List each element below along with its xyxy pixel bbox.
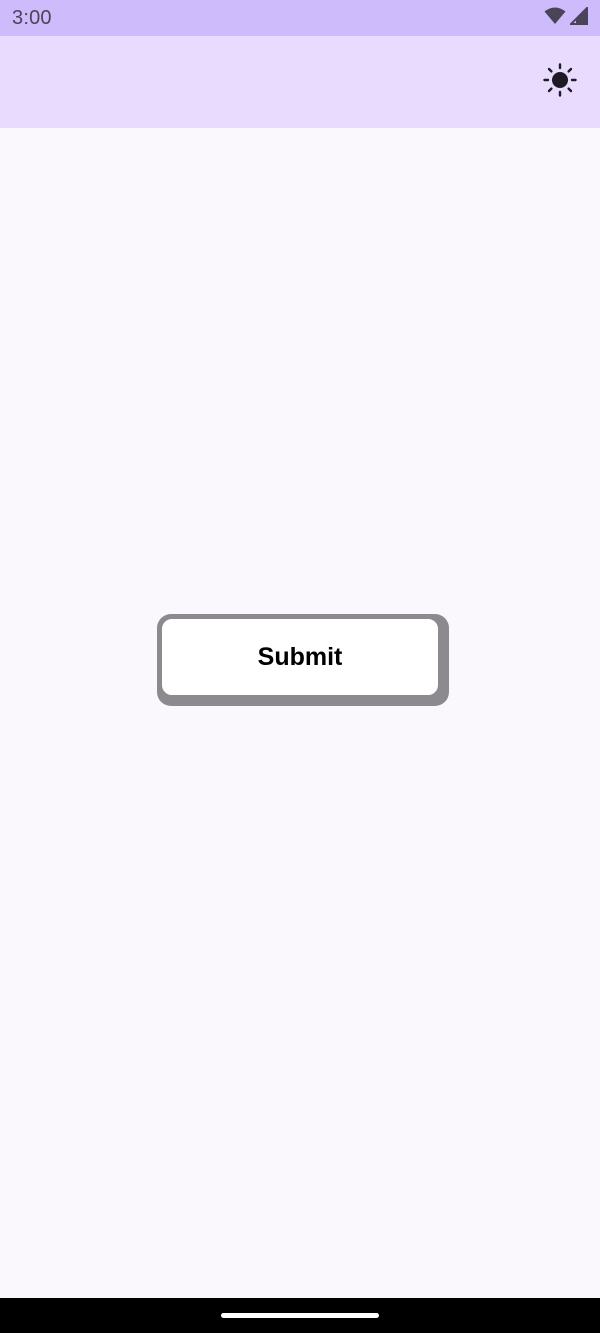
status-bar: 3:00 xyxy=(0,0,600,36)
home-gesture-handle[interactable] xyxy=(221,1313,379,1318)
sun-icon xyxy=(543,62,577,102)
signal-icon xyxy=(568,5,588,30)
wifi-icon xyxy=(544,7,566,30)
app-screen: 3:00 Submit xyxy=(0,0,600,1333)
navigation-bar xyxy=(0,1298,600,1333)
status-icons xyxy=(544,5,588,30)
main-content xyxy=(0,128,600,1298)
top-app-bar xyxy=(0,36,600,128)
submit-button[interactable]: Submit xyxy=(160,617,440,697)
submit-button-container: Submit xyxy=(157,614,449,706)
status-time: 3:00 xyxy=(12,6,52,29)
theme-toggle-button[interactable] xyxy=(540,62,580,102)
